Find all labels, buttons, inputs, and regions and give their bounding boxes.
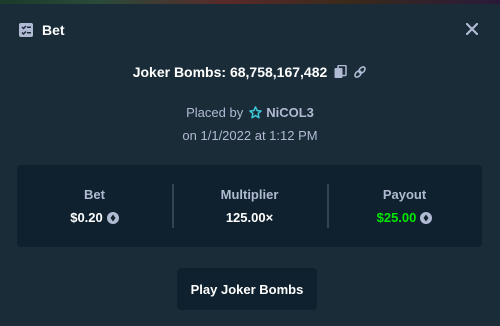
bet-stats-panel: Bet $0.20 Multiplier 125.00× Payout $25.… — [17, 165, 482, 247]
vip-star-icon — [249, 105, 263, 118]
stat-bet: Bet $0.20 — [17, 184, 172, 228]
bet-slip-icon — [18, 22, 34, 38]
placed-by-label: Placed by — [186, 104, 244, 120]
play-game-button[interactable]: Play Joker Bombs — [177, 268, 317, 310]
modal-header: Bet — [0, 4, 500, 56]
copy-icon[interactable] — [333, 65, 347, 79]
stat-multiplier-label: Multiplier — [220, 187, 279, 202]
stat-bet-value-wrap: $0.20 — [70, 210, 119, 225]
stat-multiplier-value: 125.00× — [225, 210, 274, 225]
close-button[interactable] — [462, 19, 482, 39]
stat-payout-value: $25.00 — [376, 210, 417, 225]
stat-multiplier: Multiplier 125.00× — [172, 184, 327, 228]
game-id-row: Joker Bombs: 68,758,167,482 — [0, 60, 500, 84]
currency-coin-icon — [106, 211, 119, 224]
currency-coin-icon — [420, 211, 433, 224]
placed-by-row: Placed by NiCOL3 — [0, 102, 500, 122]
link-icon[interactable] — [353, 65, 367, 79]
modal-title: Bet — [42, 22, 65, 38]
user-link[interactable]: NiCOL3 — [249, 105, 314, 120]
stat-payout-value-wrap: $25.00 — [377, 210, 433, 225]
bet-modal: Bet Joker Bombs: 68,758,167,482 Placed b… — [0, 4, 500, 326]
close-icon — [466, 23, 478, 35]
game-id-text: Joker Bombs: 68,758,167,482 — [132, 64, 328, 80]
stat-bet-label: Bet — [84, 187, 105, 202]
user-name: NiCOL3 — [266, 104, 314, 120]
bet-date: on 1/1/2022 at 1:12 PM — [182, 128, 318, 143]
stat-payout: Payout $25.00 — [327, 184, 482, 228]
stat-payout-label: Payout — [382, 187, 427, 202]
stat-bet-value: $0.20 — [70, 210, 103, 225]
